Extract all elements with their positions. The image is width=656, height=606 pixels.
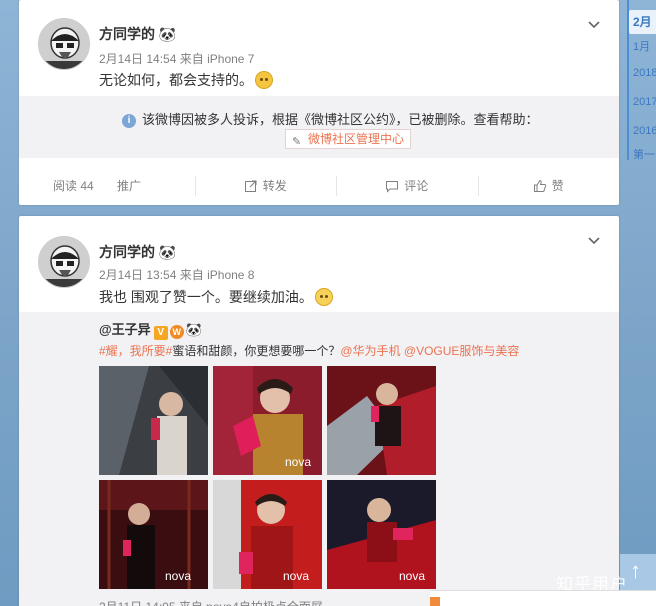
timeline-item[interactable]: 2016 [633, 125, 656, 137]
arrow-up-icon: ↑ [630, 558, 641, 583]
photo-brand-label: nova [283, 569, 309, 583]
promote-button[interactable]: 推广 [117, 179, 141, 193]
deleted-notice-text: 该微博因被多人投诉，根据《微博社区公约》，已被删除。查看帮助： [142, 112, 539, 127]
thinking-emoji-icon [255, 71, 273, 89]
repost-button[interactable]: 转发 [194, 168, 337, 205]
read-count: 阅读 44 [53, 179, 94, 193]
photo-thumbnail[interactable]: nova [213, 366, 322, 475]
feed-card-1: 方同学的 🐼 2月14日 14:54 来自 iPhone 7 无论如何，都会支持… [19, 0, 619, 205]
feed-card-2: 方同学的 🐼 2月14日 13:54 来自 iPhone 8 我也 围观了赞一个… [19, 216, 619, 606]
help-center-link[interactable]: ✎ 微博社区管理中心 [285, 129, 412, 149]
post-source[interactable]: iPhone 7 [207, 52, 254, 66]
panda-emoji-icon: 🐼 [158, 244, 177, 260]
chevron-down-icon[interactable] [587, 234, 601, 248]
post-date[interactable]: 2月14日 14:54 [99, 52, 176, 66]
action-bar: 阅读 44 推广 转发 评论 赞 [19, 168, 619, 205]
panda-emoji-icon: 🐼 [158, 26, 177, 42]
verified-badge-icon: V [153, 326, 168, 340]
photo-thumbnail[interactable] [99, 366, 208, 475]
thumbs-up-icon [533, 179, 546, 192]
photo-thumbnail[interactable]: nova [213, 480, 322, 589]
chat-bar[interactable] [430, 590, 656, 606]
comment-icon [386, 181, 399, 193]
timeline-item-active[interactable]: 2月 [629, 10, 656, 34]
post-text: 无论如何，都会支持的。 [99, 70, 273, 90]
comment-button[interactable]: 评论 [336, 168, 478, 205]
mention-link-vogue[interactable]: @VOGUE服饰与美容 [404, 344, 520, 358]
post-source[interactable]: iPhone 8 [207, 268, 254, 282]
timeline-sidebar: 2月 1月 2018 2017 2016 第一 [625, 0, 656, 606]
photo-thumbnail[interactable]: nova [327, 480, 436, 589]
topic-link[interactable]: #耀，我所要# [99, 344, 172, 358]
chevron-down-icon[interactable] [587, 18, 601, 32]
author-name[interactable]: 方同学的 🐼 [99, 24, 176, 44]
photo-brand-label: nova [285, 455, 311, 469]
repost-meta: 2月11日 14:05 来自 nova4自拍极点全面屏 [99, 598, 323, 606]
like-button[interactable]: 赞 [477, 168, 620, 205]
timeline-item[interactable]: 2017 [633, 96, 656, 108]
photo-brand-label: nova [165, 569, 191, 583]
link-icon: ✎ [292, 136, 302, 148]
photo-brand-label: nova [399, 569, 425, 583]
post-meta: 2月14日 13:54 来自 iPhone 8 [99, 268, 255, 282]
post-meta: 2月14日 14:54 来自 iPhone 7 [99, 52, 255, 66]
avatar[interactable] [38, 18, 90, 70]
panda-emoji-icon: 🐼 [185, 322, 202, 337]
member-badge-icon: W [169, 325, 184, 339]
mention-link-huawei[interactable]: @华为手机 [340, 344, 400, 358]
blush-emoji-icon [314, 288, 333, 306]
repost-icon [244, 180, 257, 192]
photo-thumbnail[interactable]: nova [99, 480, 208, 589]
repost-author[interactable]: @王子异 V W 🐼 [99, 319, 202, 340]
timeline-item[interactable]: 第一 [633, 146, 655, 162]
post-text: 我也 围观了赞一个。要继续加油。 [99, 287, 333, 307]
chat-icon [430, 597, 440, 606]
timeline-item[interactable]: 2018 [633, 67, 656, 79]
post-date[interactable]: 2月14日 13:54 [99, 268, 176, 282]
photo-thumbnail[interactable] [327, 366, 436, 475]
repost-box: @王子异 V W 🐼 #耀，我所要#蜜语和甜颜，你更想要哪一个？@华为手机 @VOGU… [19, 312, 619, 606]
info-icon: i [122, 114, 136, 128]
repost-text: #耀，我所要#蜜语和甜颜，你更想要哪一个？@华为手机 @VOGUE服饰与美容 [99, 344, 520, 358]
timeline-item[interactable]: 1月 [633, 38, 650, 54]
author-name[interactable]: 方同学的 🐼 [99, 242, 176, 262]
avatar[interactable] [38, 236, 90, 288]
deleted-notice: i 该微博因被多人投诉，根据《微博社区公约》，已被删除。查看帮助： ✎ 微博社区管… [19, 96, 619, 158]
